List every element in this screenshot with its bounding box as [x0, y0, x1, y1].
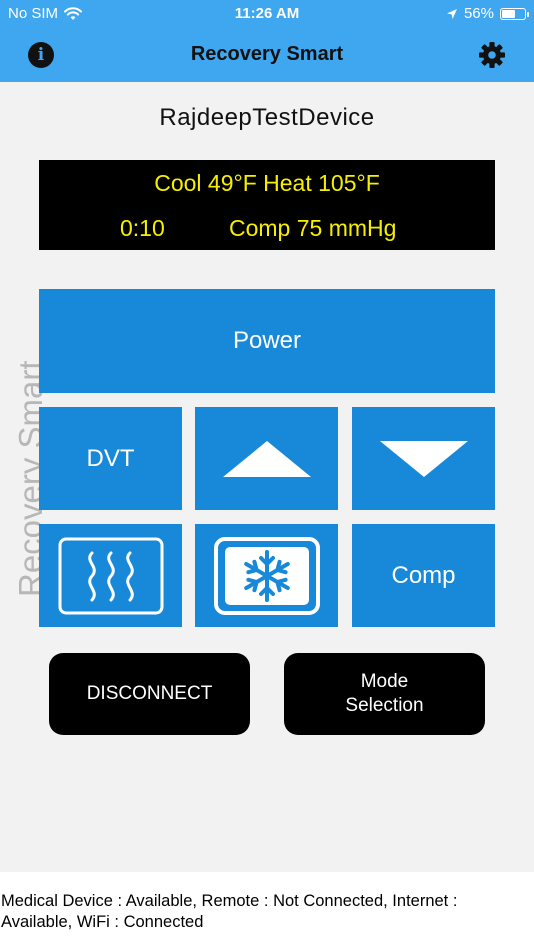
triangle-up-icon [222, 440, 311, 477]
battery-percent: 56% [463, 5, 494, 22]
comp-label: Comp [391, 561, 456, 589]
connection-status-footer: Medical Device : Available, Remote : Not… [0, 872, 534, 950]
temperature-readout: Cool 49°F Heat 105°F [154, 170, 380, 196]
dvt-label: DVT [86, 444, 135, 472]
status-right: 56% [446, 5, 529, 22]
status-display: Cool 49°F Heat 105°F 0:10 Comp 75 mmHg [39, 160, 495, 250]
page-title: Recovery Smart [190, 43, 344, 65]
triangle-down-icon [379, 440, 468, 477]
mode-label-line1: Mode [360, 671, 409, 692]
gear-icon[interactable] [478, 41, 506, 69]
mode-label-line2: Selection [345, 695, 424, 716]
mode-selection-button[interactable]: Mode Selection [284, 653, 485, 735]
disconnect-button[interactable]: DISCONNECT [49, 653, 250, 735]
navigation-bar: i Recovery Smart [0, 28, 534, 82]
increase-button[interactable] [195, 407, 338, 510]
heat-waves-icon [58, 537, 163, 614]
dvt-button[interactable]: DVT [39, 407, 182, 510]
location-arrow-icon [446, 8, 457, 19]
comp-button[interactable]: Comp [352, 524, 495, 627]
device-name: RajdeepTestDevice [159, 104, 375, 131]
power-label: Power [232, 327, 302, 354]
snowflake-icon [213, 536, 320, 615]
compression-readout: Comp 75 mmHg [229, 215, 397, 241]
decrease-button[interactable] [352, 407, 495, 510]
mode-selection-label: Mode Selection [345, 670, 423, 718]
connection-status-text: Medical Device : Available, Remote : Not… [1, 892, 458, 931]
disconnect-label: DISCONNECT [86, 683, 213, 704]
battery-icon [500, 7, 529, 20]
timer-readout: 0:10 [120, 215, 165, 241]
power-button[interactable]: Power [39, 289, 495, 393]
battery-level [502, 9, 516, 18]
cool-button[interactable] [195, 524, 338, 627]
main-content: RajdeepTestDevice Cool 49°F Heat 105°F 0… [0, 82, 534, 872]
heat-button[interactable] [39, 524, 182, 627]
status-bar: No SIM 11:26 AM 56% [0, 0, 534, 28]
